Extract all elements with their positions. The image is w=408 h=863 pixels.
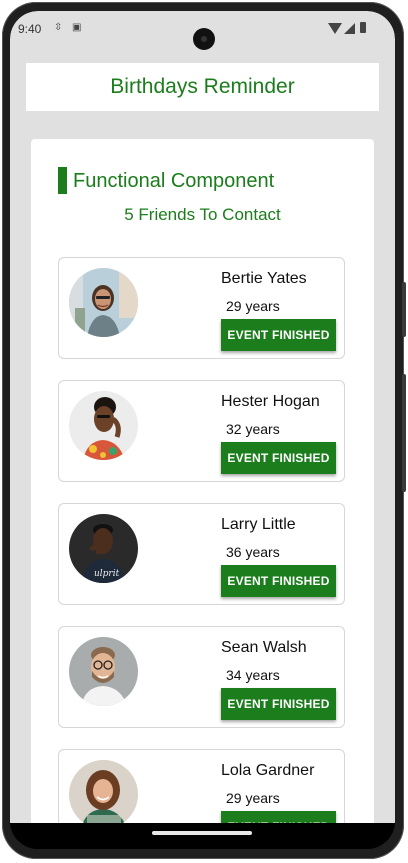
app-screen: 9:40 ⇳ ▣ Birthdays Reminder Functional C…: [10, 11, 395, 823]
friend-age: 32 years: [226, 421, 280, 437]
friend-name: Sean Walsh: [221, 639, 307, 656]
section-accent-bar: [58, 167, 67, 194]
friend-age: 29 years: [226, 790, 280, 806]
avatar: [69, 391, 138, 460]
avatar: [69, 637, 138, 706]
friend-name: Larry Little: [221, 516, 296, 533]
friend-age: 36 years: [226, 544, 280, 560]
friends-card: Functional Component 5 Friends To Contac…: [31, 139, 374, 823]
data-saver-icon: ⇳: [54, 22, 63, 33]
status-bar: 9:40 ⇳ ▣: [10, 11, 395, 50]
avatar: ulprit: [69, 514, 138, 583]
signal-icon: [344, 23, 355, 34]
friend-age: 34 years: [226, 667, 280, 683]
wifi-icon: [328, 23, 342, 34]
event-finished-button[interactable]: EVENT FINISHED: [221, 811, 336, 823]
avatar: [69, 268, 138, 337]
friend-item: Lola Gardner 29 years EVENT FINISHED: [58, 749, 345, 823]
avatar: [69, 760, 138, 823]
svg-text:ulprit: ulprit: [94, 569, 120, 579]
friend-item: Bertie Yates 29 years EVENT FINISHED: [58, 257, 345, 359]
friend-name: Bertie Yates: [221, 270, 307, 287]
friend-name: Hester Hogan: [221, 393, 320, 410]
battery-icon: [360, 22, 366, 33]
event-finished-button[interactable]: EVENT FINISHED: [221, 565, 336, 597]
device-screen-bezel: 9:40 ⇳ ▣ Birthdays Reminder Functional C…: [10, 11, 395, 849]
app-header: Birthdays Reminder: [26, 63, 379, 111]
event-finished-button[interactable]: EVENT FINISHED: [221, 688, 336, 720]
friends-count-title: 5 Friends To Contact: [124, 205, 281, 224]
navigation-bar: [10, 823, 395, 849]
app-title: Birthdays Reminder: [110, 75, 295, 98]
friend-name: Lola Gardner: [221, 762, 315, 779]
event-finished-button[interactable]: EVENT FINISHED: [221, 319, 336, 351]
event-finished-button[interactable]: EVENT FINISHED: [221, 442, 336, 474]
front-camera: [193, 28, 215, 50]
power-button: [402, 282, 406, 337]
home-gesture-handle[interactable]: [152, 831, 252, 835]
section-title: Functional Component: [73, 170, 275, 192]
phone-frame: 9:40 ⇳ ▣ Birthdays Reminder Functional C…: [2, 2, 406, 859]
friend-item: ulprit Larry Little 36 years EVENT FINIS…: [58, 503, 345, 605]
friend-item: Hester Hogan 32 years EVENT FINISHED: [58, 380, 345, 482]
friend-item: Sean Walsh 34 years EVENT FINISHED: [58, 626, 345, 728]
calendar-icon: ▣: [72, 22, 82, 33]
volume-button: [402, 374, 406, 492]
status-time: 9:40: [18, 22, 42, 36]
friend-age: 29 years: [226, 298, 280, 314]
